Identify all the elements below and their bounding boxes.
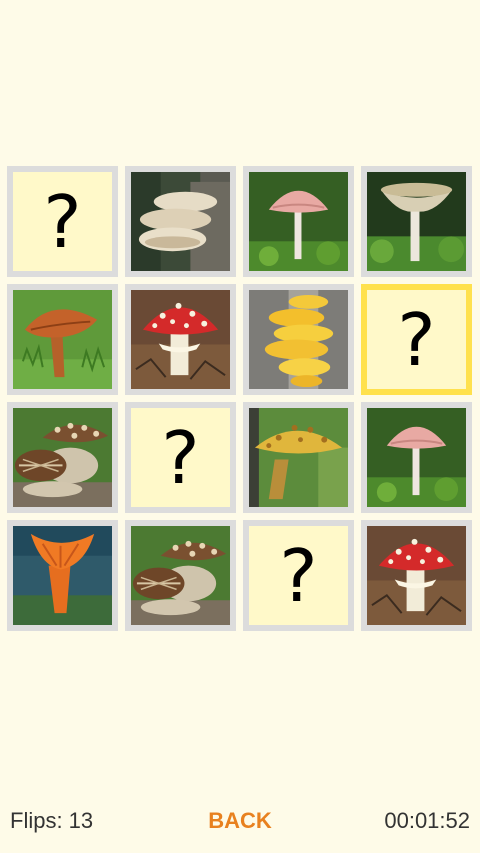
card-revealed[interactable] — [243, 166, 354, 277]
card-hidden[interactable]: ? — [125, 402, 236, 513]
golden-scaly-mushroom-icon — [249, 408, 348, 507]
sulphur-shelf-mushroom-icon — [249, 290, 348, 389]
card-revealed[interactable] — [125, 520, 236, 631]
funnel-mushroom-icon — [367, 172, 466, 271]
card-revealed[interactable] — [7, 520, 118, 631]
card-hidden[interactable]: ? — [361, 284, 472, 395]
card-back: ? — [13, 172, 112, 271]
scaly-hedgehog-mushroom-icon — [13, 408, 112, 507]
card-hidden[interactable]: ? — [7, 166, 118, 277]
card-revealed[interactable] — [361, 402, 472, 513]
card-revealed[interactable] — [7, 402, 118, 513]
card-revealed[interactable] — [361, 166, 472, 277]
card-back: ? — [131, 408, 230, 507]
question-mark: ? — [279, 533, 318, 618]
card-back: ? — [249, 526, 348, 625]
card-revealed[interactable] — [361, 520, 472, 631]
oyster-mushroom-icon — [131, 172, 230, 271]
question-mark: ? — [397, 297, 436, 382]
pink-cap-mushroom-icon — [249, 172, 348, 271]
scaly-hedgehog-mushroom-icon — [131, 526, 230, 625]
question-mark: ? — [43, 179, 82, 264]
footer-bar: Flips: 13 BACK 00:01:52 — [0, 800, 480, 842]
card-revealed[interactable] — [7, 284, 118, 395]
card-back: ? — [367, 290, 466, 389]
card-revealed[interactable] — [243, 284, 354, 395]
fly-agaric-mushroom-icon — [367, 526, 466, 625]
fly-agaric-mushroom-icon — [131, 290, 230, 389]
question-mark: ? — [161, 415, 200, 500]
brown-cap-mushroom-icon — [13, 290, 112, 389]
orange-chanterelle-mushroom-icon — [13, 526, 112, 625]
game-board: ? ? ? ? — [7, 166, 473, 631]
card-revealed[interactable] — [125, 166, 236, 277]
card-revealed[interactable] — [125, 284, 236, 395]
pink-cap-mushroom-icon — [367, 408, 466, 507]
timer: 00:01:52 — [384, 808, 470, 833]
card-hidden[interactable]: ? — [243, 520, 354, 631]
card-revealed[interactable] — [243, 402, 354, 513]
